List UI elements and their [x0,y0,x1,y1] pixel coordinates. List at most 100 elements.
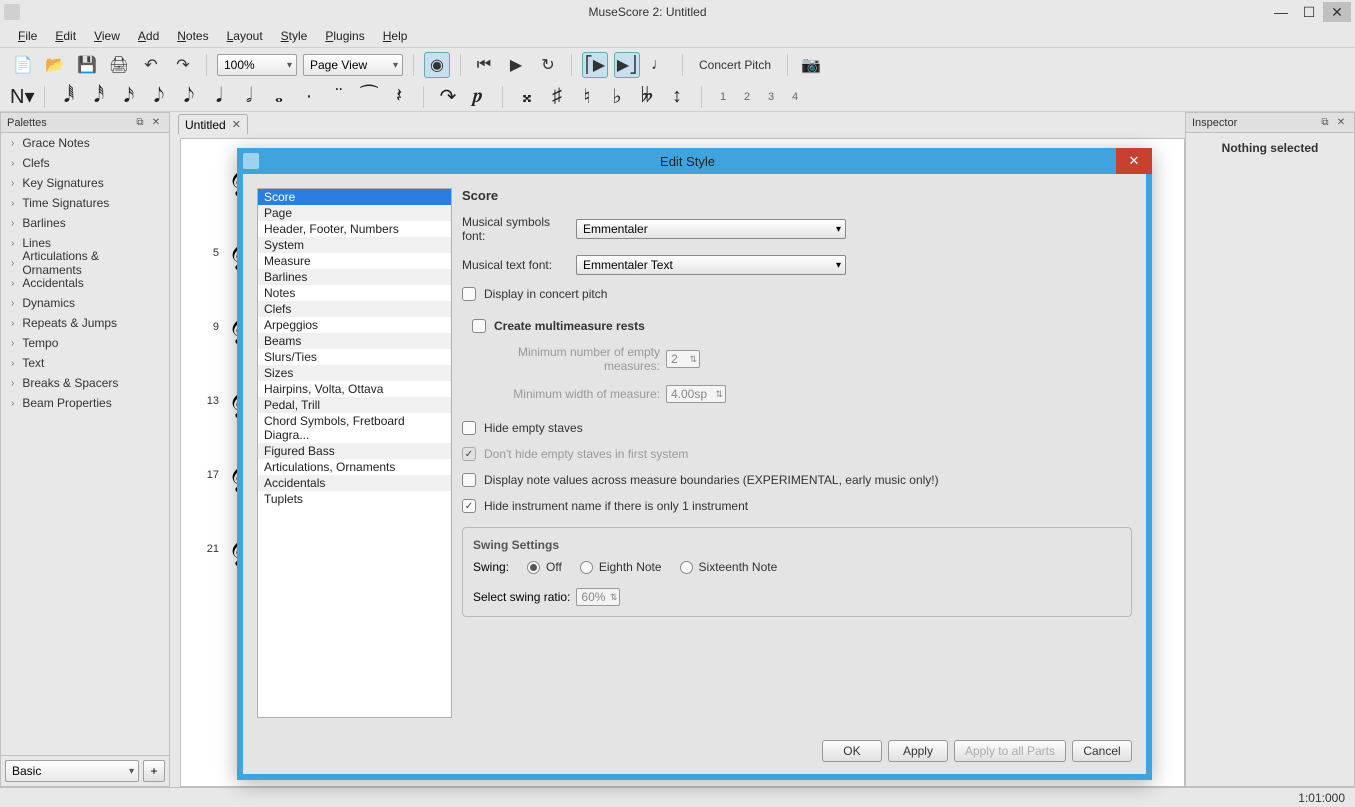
voice-4-button[interactable]: 4 [788,91,802,103]
open-button[interactable]: 📂 [42,52,68,78]
marcato-icon[interactable]: 𝆏 [468,85,488,108]
voice-2-button[interactable]: 2 [740,91,754,103]
category-item[interactable]: Measure [258,253,451,269]
menu-file[interactable]: File [10,27,45,45]
add-palette-button[interactable]: + [143,760,165,782]
menu-help[interactable]: Help [375,27,416,45]
note-8th-b-icon[interactable]: 𝅘𝅥𝅮 [179,85,199,108]
hide-empty-staves-checkbox[interactable] [462,421,476,435]
minimize-button[interactable]: — [1267,2,1295,22]
palette-item[interactable]: ›Articulations & Ornaments [1,253,169,273]
palette-item[interactable]: ›Key Signatures [1,173,169,193]
min-empty-spinner[interactable]: 2 [666,350,700,368]
sharp-icon[interactable]: ♯ [547,85,567,108]
flat-icon[interactable]: ♭ [607,84,627,109]
category-item[interactable]: System [258,237,451,253]
flip-icon[interactable]: ↕ [667,85,687,108]
concert-pitch-toggle[interactable]: Concert Pitch [693,58,777,72]
view-mode-combo[interactable]: Page View [303,54,403,76]
metronome-button[interactable]: ◉ [424,52,450,78]
menu-style[interactable]: Style [273,27,316,45]
swing-off-radio[interactable]: Off [527,560,562,574]
category-item[interactable]: Beams [258,333,451,349]
close-panel-icon[interactable]: ✕ [149,116,163,130]
swing-sixteenth-radio[interactable]: Sixteenth Note [680,560,778,574]
mm-rests-checkbox[interactable] [472,319,486,333]
close-panel-icon[interactable]: ✕ [1334,116,1348,130]
new-score-button[interactable]: 📄 [10,52,36,78]
redo-button[interactable]: ↷ [170,52,196,78]
swing-eighth-radio[interactable]: Eighth Note [580,560,662,574]
loop-in-button[interactable]: ⎡▶ [582,52,608,78]
note-32nd-icon[interactable]: 𝅘𝅥𝅰 [89,85,109,108]
category-item[interactable]: Accidentals [258,475,451,491]
repeat-icon[interactable]: ↷ [438,84,458,109]
note-whole-icon[interactable]: 𝅝 [269,85,289,108]
natural-icon[interactable]: ♮ [577,84,597,109]
display-across-checkbox[interactable] [462,473,476,487]
category-item[interactable]: Articulations, Ornaments [258,459,451,475]
apply-button[interactable]: Apply [888,740,948,762]
ok-button[interactable]: OK [822,740,882,762]
close-tab-icon[interactable]: ✕ [232,118,241,131]
category-item[interactable]: Notes [258,285,451,301]
concert-pitch-checkbox[interactable] [462,287,476,301]
swing-ratio-spinner[interactable]: 60% [576,588,620,606]
note-input-button[interactable]: N▾ [10,84,30,109]
count-in-button[interactable]: ♩ [646,52,672,78]
screenshot-button[interactable]: 📷 [798,52,824,78]
document-tab[interactable]: Untitled ✕ [178,114,248,134]
category-item[interactable]: Page [258,205,451,221]
category-item[interactable]: Arpeggios [258,317,451,333]
menu-layout[interactable]: Layout [219,27,271,45]
cancel-button[interactable]: Cancel [1072,740,1132,762]
double-flat-icon[interactable]: 𝄫 [637,85,657,108]
voice-3-button[interactable]: 3 [764,91,778,103]
category-item[interactable]: Sizes [258,365,451,381]
category-item[interactable]: Chord Symbols, Fretboard Diagra... [258,413,451,443]
note-16th-icon[interactable]: 𝅘𝅥𝅯 [119,85,139,108]
palette-item[interactable]: ›Clefs [1,153,169,173]
double-dot-icon[interactable]: ¨ [329,85,349,108]
menu-notes[interactable]: Notes [169,27,216,45]
category-item[interactable]: Header, Footer, Numbers [258,221,451,237]
tie-icon[interactable]: ⁀ [359,84,379,109]
hide-instrument-checkbox[interactable] [462,499,476,513]
palette-item[interactable]: ›Breaks & Spacers [1,373,169,393]
category-item[interactable]: Barlines [258,269,451,285]
play-button[interactable]: ▶ [503,52,529,78]
palette-item[interactable]: ›Time Signatures [1,193,169,213]
palette-item[interactable]: ›Tempo [1,333,169,353]
symbols-font-select[interactable]: Emmentaler [576,219,846,239]
undock-icon[interactable]: ⧉ [1318,116,1332,130]
category-item[interactable]: Pedal, Trill [258,397,451,413]
close-button[interactable]: ✕ [1323,2,1351,22]
dialog-titlebar[interactable]: Edit Style ✕ [237,148,1152,174]
palette-item[interactable]: ›Barlines [1,213,169,233]
palette-item[interactable]: ›Dynamics [1,293,169,313]
rest-icon[interactable]: 𝄽 [389,85,409,108]
style-category-list[interactable]: Score Page Header, Footer, Numbers Syste… [257,188,452,718]
category-item[interactable]: Figured Bass [258,443,451,459]
note-quarter-icon[interactable]: 𝅘𝅥 [209,85,229,108]
text-font-select[interactable]: Emmentaler Text [576,255,846,275]
save-button[interactable]: 💾 [74,52,100,78]
menu-add[interactable]: Add [130,27,167,45]
loop-out-button[interactable]: ▶⎦ [614,52,640,78]
menu-plugins[interactable]: Plugins [317,27,372,45]
category-item[interactable]: Score [258,189,451,205]
category-item[interactable]: Tuplets [258,491,451,507]
min-width-spinner[interactable]: 4.00sp [666,385,726,403]
dot-icon[interactable]: · [299,85,319,108]
double-sharp-icon[interactable]: 𝄪 [517,85,537,108]
loop-button[interactable]: ↻ [535,52,561,78]
menu-edit[interactable]: Edit [47,27,84,45]
print-button[interactable]: 🖨 [106,52,132,78]
palette-item[interactable]: ›Repeats & Jumps [1,313,169,333]
zoom-combo[interactable]: 100% [217,54,297,76]
note-8th-icon[interactable]: 𝅘𝅥𝅮 [149,85,169,108]
menu-view[interactable]: View [86,27,128,45]
note-half-icon[interactable]: 𝅗𝅥 [239,85,259,108]
category-item[interactable]: Hairpins, Volta, Ottava [258,381,451,397]
category-item[interactable]: Slurs/Ties [258,349,451,365]
